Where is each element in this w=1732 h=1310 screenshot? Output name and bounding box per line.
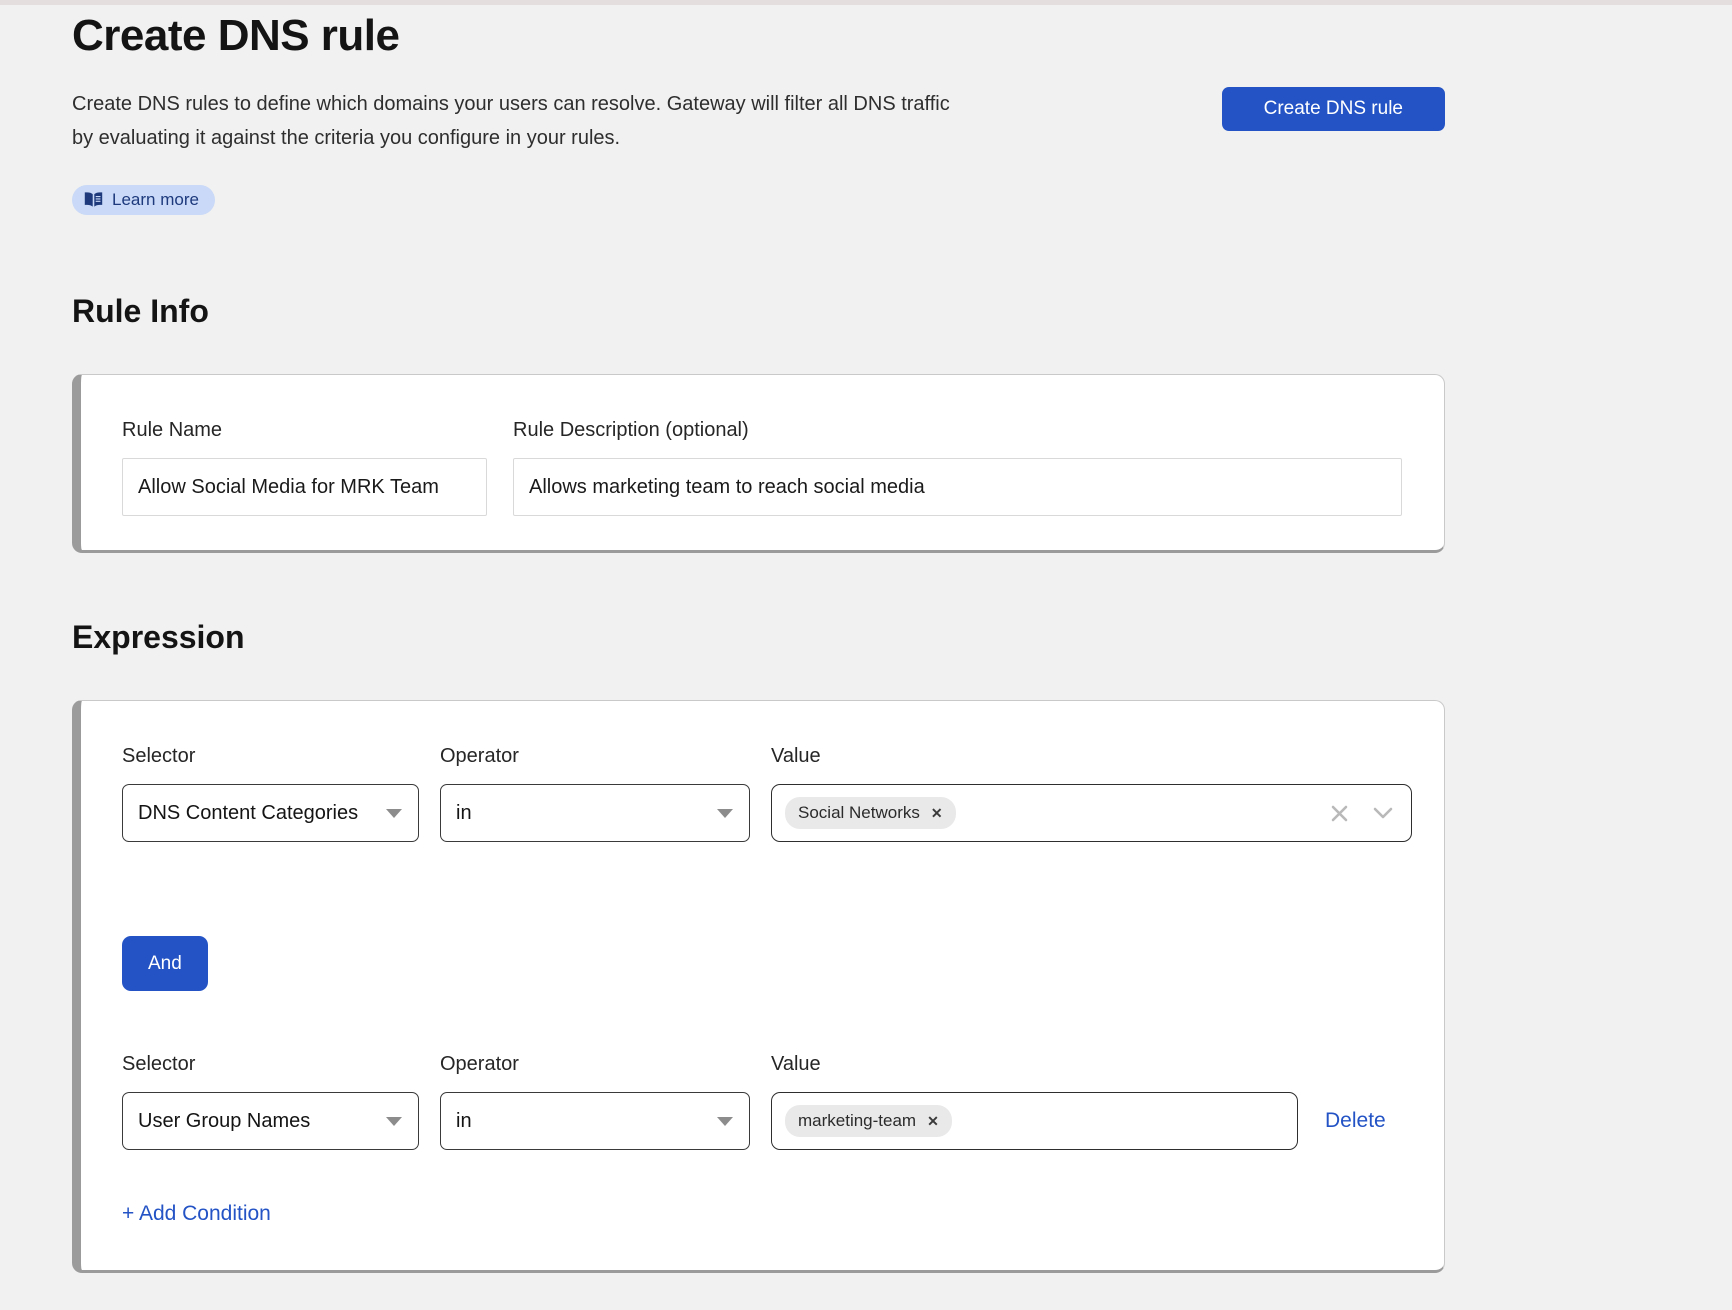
condition-2-operator-group: Operator in (440, 1053, 750, 1150)
value-tag-label: Social Networks (798, 803, 920, 823)
multiselect-controls (1330, 804, 1393, 823)
expression-card: Selector DNS Content Categories Operator… (72, 700, 1445, 1273)
value-label: Value (771, 745, 1412, 768)
page-content: Create DNS rule Create DNS rules to defi… (72, 11, 1445, 1273)
condition-1-selector-dropdown[interactable]: DNS Content Categories (122, 784, 419, 842)
operator-label: Operator (440, 745, 750, 768)
delete-condition-link[interactable]: Delete (1325, 1109, 1386, 1133)
condition-1-value-multiselect[interactable]: Social Networks ✕ (771, 784, 1412, 842)
caret-down-icon (386, 1117, 402, 1126)
condition-2-operator-dropdown[interactable]: in (440, 1092, 750, 1150)
page-title: Create DNS rule (72, 11, 1445, 61)
rule-name-field-group: Rule Name (122, 419, 487, 516)
caret-down-icon (717, 1117, 733, 1126)
tag-remove-icon[interactable]: ✕ (927, 1114, 939, 1128)
condition-row-2: Selector User Group Names Operator in Va… (122, 1053, 1412, 1150)
rule-name-label: Rule Name (122, 419, 487, 442)
and-button[interactable]: And (122, 936, 208, 991)
caret-down-icon (717, 809, 733, 818)
header-row: Create DNS rules to define which domains… (72, 87, 1445, 155)
window-top-edge (0, 0, 1732, 5)
rule-description-label: Rule Description (optional) (513, 419, 1402, 442)
condition-1-value-group: Value Social Networks ✕ (771, 745, 1412, 842)
rule-name-input[interactable] (122, 458, 487, 516)
page-description-line-1: Create DNS rules to define which domains… (72, 87, 950, 121)
condition-2-operator-value: in (456, 1110, 472, 1133)
operator-label: Operator (440, 1053, 750, 1076)
condition-1-operator-group: Operator in (440, 745, 750, 842)
rule-description-field-group: Rule Description (optional) (513, 419, 1402, 516)
condition-1-operator-value: in (456, 802, 472, 825)
condition-1-selector-value: DNS Content Categories (138, 802, 358, 825)
selector-label: Selector (122, 745, 419, 768)
rule-info-card: Rule Name Rule Description (optional) (72, 374, 1445, 553)
learn-more-link[interactable]: Learn more (72, 185, 215, 215)
caret-down-icon (386, 809, 402, 818)
condition-2-value-multiselect[interactable]: marketing-team ✕ (771, 1092, 1298, 1150)
value-tag-label: marketing-team (798, 1111, 916, 1131)
selector-label: Selector (122, 1053, 419, 1076)
condition-row-1: Selector DNS Content Categories Operator… (122, 745, 1412, 842)
rule-info-title: Rule Info (72, 293, 1445, 330)
tag-remove-icon[interactable]: ✕ (931, 806, 943, 820)
rule-info-section: Rule Info Rule Name Rule Description (op… (72, 293, 1445, 553)
expression-section: Expression Selector DNS Content Categori… (72, 619, 1445, 1273)
value-label: Value (771, 1053, 1386, 1076)
book-icon (84, 192, 103, 208)
condition-2-selector-dropdown[interactable]: User Group Names (122, 1092, 419, 1150)
condition-2-selector-value: User Group Names (138, 1110, 310, 1133)
page-description: Create DNS rules to define which domains… (72, 87, 950, 155)
condition-2-selector-group: Selector User Group Names (122, 1053, 419, 1150)
page-description-line-2: by evaluating it against the criteria yo… (72, 121, 950, 155)
clear-all-icon[interactable] (1330, 804, 1349, 823)
add-condition-link[interactable]: + Add Condition (122, 1202, 271, 1226)
expression-title: Expression (72, 619, 1445, 656)
condition-2-value-group: Value marketing-team ✕ Delete (771, 1053, 1386, 1150)
chevron-down-icon[interactable] (1373, 807, 1393, 819)
create-dns-rule-button[interactable]: Create DNS rule (1222, 87, 1445, 131)
value-tag: marketing-team ✕ (785, 1105, 952, 1137)
rule-info-fields: Rule Name Rule Description (optional) (122, 419, 1402, 516)
condition-1-operator-dropdown[interactable]: in (440, 784, 750, 842)
learn-more-label: Learn more (112, 190, 199, 210)
condition-1-selector-group: Selector DNS Content Categories (122, 745, 419, 842)
condition-2-value-row: marketing-team ✕ Delete (771, 1092, 1386, 1150)
rule-description-input[interactable] (513, 458, 1402, 516)
value-tag: Social Networks ✕ (785, 797, 956, 829)
